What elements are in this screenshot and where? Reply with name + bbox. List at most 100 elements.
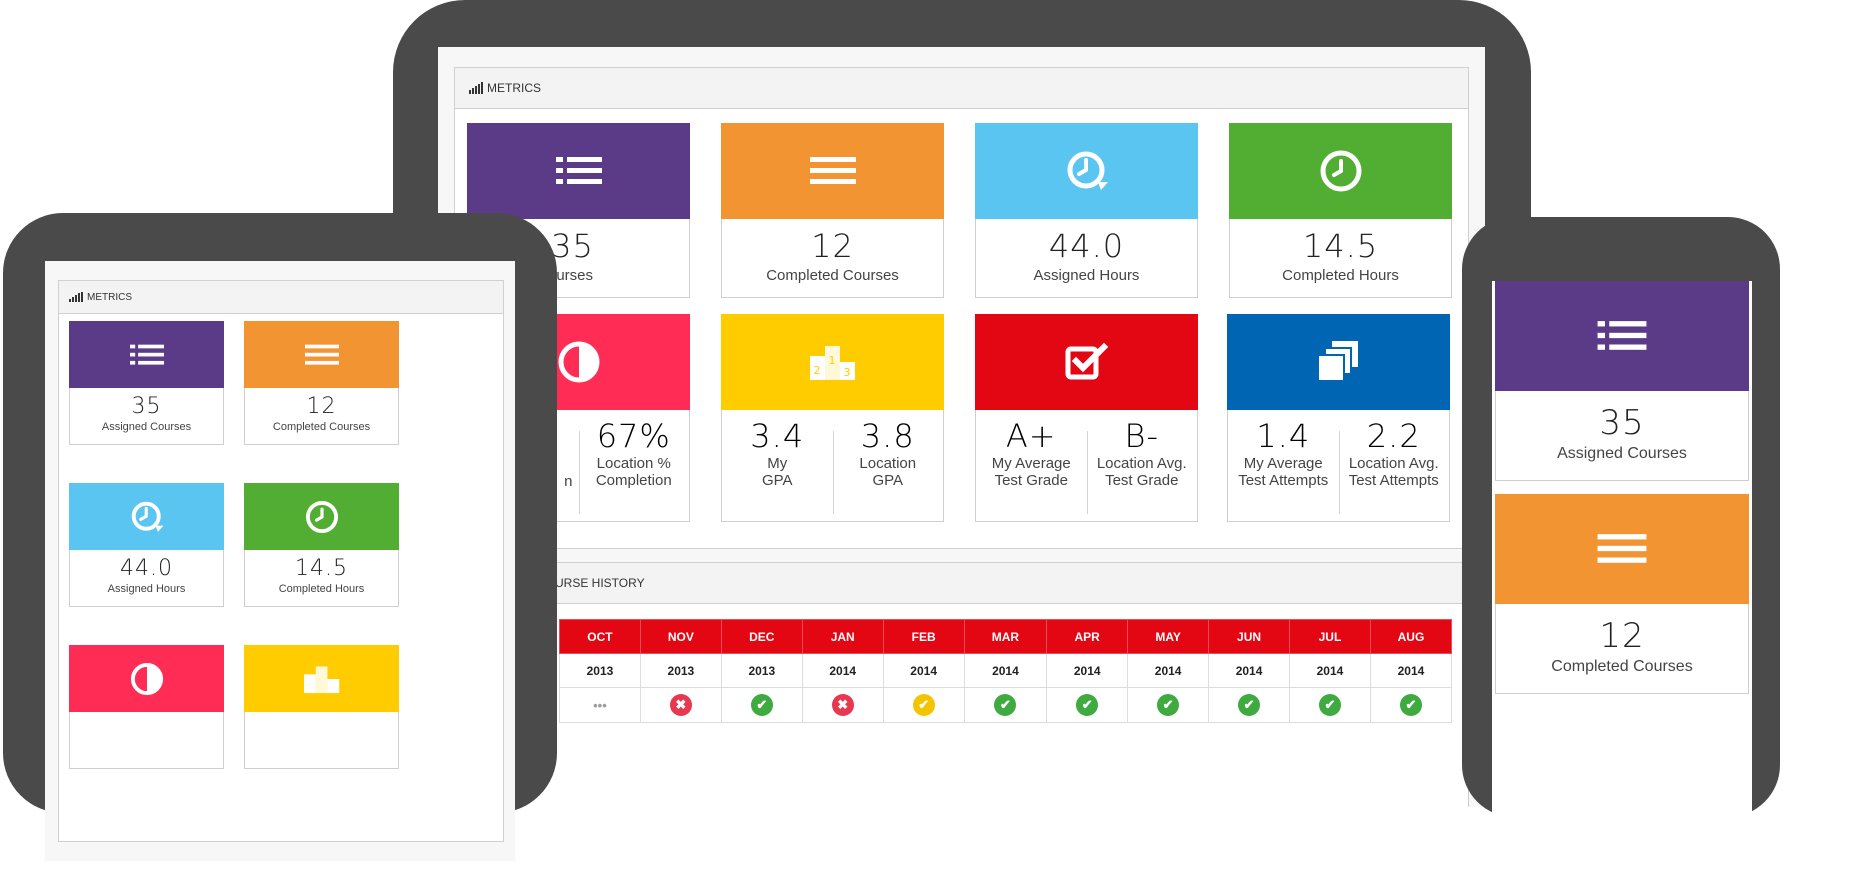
- card-header: [1229, 123, 1452, 219]
- phone-screen: 35 Assigned Courses 12 Completed Courses: [1492, 281, 1752, 881]
- half-circle-icon: [558, 341, 599, 383]
- assigned-courses-card[interactable]: 35 Assigned Courses: [69, 321, 224, 445]
- tablet-screen: METRICS 35 Assigned Courses 12 Completed Co…: [45, 261, 515, 861]
- metric-label: Test Attempts: [1238, 472, 1329, 489]
- month-header: JUL: [1289, 619, 1371, 654]
- month-header: OCT: [559, 619, 641, 654]
- phone-frame: 35 Assigned Courses 12 Completed Courses: [1462, 217, 1780, 881]
- year-cell: 2014: [1127, 653, 1210, 688]
- status-cell[interactable]: ✔: [882, 687, 965, 723]
- checkbox-icon: [1065, 342, 1108, 380]
- assigned-courses-card[interactable]: 35 Assigned Courses: [1495, 281, 1749, 481]
- laptop-frame: METRICS 35 ned Courses 12 Completed Cour: [393, 0, 1531, 807]
- clock-refresh-icon: [1067, 151, 1108, 190]
- laptop-screen: METRICS 35 ned Courses 12 Completed Cour: [438, 47, 1485, 807]
- card-header: [721, 123, 944, 219]
- completed-courses-card[interactable]: 12 Completed Courses: [721, 123, 944, 298]
- card-header: [975, 314, 1198, 410]
- card-header: [69, 645, 224, 712]
- list-icon: [555, 157, 602, 184]
- metric-value: 1.4: [1256, 417, 1311, 455]
- tablet-metrics-panel: METRICS 35 Assigned Courses 12 Completed Co…: [58, 280, 504, 842]
- status-cell[interactable]: ✔: [1208, 687, 1290, 723]
- metric-value: A+: [1005, 417, 1057, 455]
- check-icon: ✔: [1157, 694, 1180, 716]
- status-cell[interactable]: ✔: [1046, 687, 1129, 723]
- metrics-title: METRICS: [87, 291, 132, 303]
- assigned-hours-card[interactable]: 44.0 Assigned Hours: [975, 123, 1198, 298]
- status-cell[interactable]: ✖: [801, 687, 884, 723]
- status-cell[interactable]: •••: [559, 687, 641, 723]
- bar-chart-icon: [469, 82, 483, 94]
- month-header: JUN: [1208, 619, 1290, 654]
- metric-label: Assigned Hours: [107, 583, 186, 595]
- card-header: [244, 483, 399, 550]
- card-header: [1495, 494, 1749, 604]
- month-header: DEC: [720, 619, 803, 654]
- laptop-metrics-panel: METRICS 35 ned Courses 12 Completed Cour: [454, 67, 1469, 549]
- menu-icon: [1597, 534, 1647, 563]
- status-cell[interactable]: ✔: [720, 687, 803, 723]
- metric-label: Completed Hours: [278, 583, 365, 595]
- month-header: MAY: [1127, 619, 1210, 654]
- metric-value: 35: [1599, 403, 1645, 443]
- metric-label: Test Attempts: [1348, 472, 1439, 489]
- metric-value: 44.0: [1048, 227, 1125, 265]
- metric-label: Location Avg.: [1348, 455, 1439, 472]
- course-history-header: URSE HISTORY: [455, 563, 1468, 604]
- metric-label: Assigned Courses: [1557, 445, 1687, 462]
- card-header: [69, 483, 224, 550]
- tablet-metrics-header: METRICS: [59, 281, 503, 314]
- completed-hours-card[interactable]: 14.5 Completed Hours: [1229, 123, 1452, 298]
- podium-icon: [303, 663, 340, 695]
- metric-label: Completed Courses: [766, 267, 899, 284]
- assigned-hours-card[interactable]: 44.0 Assigned Hours: [69, 483, 224, 607]
- metric-label: GPA: [761, 472, 793, 489]
- test-grade-card[interactable]: A+ My Average Test Grade B- Location Avg…: [975, 314, 1198, 522]
- status-cell[interactable]: ✔: [963, 687, 1048, 723]
- year-cell: 2013: [559, 653, 641, 688]
- status-cell[interactable]: ✖: [639, 687, 722, 723]
- month-header: AUG: [1369, 619, 1453, 654]
- completed-hours-card[interactable]: 14.5 Completed Hours: [244, 483, 399, 607]
- metric-value: 14.5: [295, 556, 348, 581]
- check-icon: ✔: [1238, 694, 1261, 716]
- metric-value: 67%: [596, 417, 671, 455]
- year-cell: 2014: [1046, 653, 1129, 688]
- completion-card[interactable]: [69, 645, 224, 769]
- status-cell[interactable]: ✔: [1369, 687, 1453, 723]
- check-icon: ✔: [912, 694, 935, 716]
- metric-value: 3.4: [750, 417, 805, 455]
- status-cell[interactable]: ✔: [1289, 687, 1371, 723]
- completed-courses-card[interactable]: 12 Completed Courses: [244, 321, 399, 445]
- metric-label: Completed Hours: [1282, 267, 1399, 284]
- svg-text:3: 3: [843, 366, 850, 379]
- gpa-card[interactable]: [244, 645, 399, 769]
- month-header: APR: [1046, 619, 1129, 654]
- ellipsis-icon: •••: [593, 697, 607, 713]
- year-cell: 2014: [882, 653, 965, 688]
- metric-value: B-: [1124, 417, 1159, 455]
- clock-refresh-icon: [129, 499, 165, 535]
- metric-label: Completed Courses: [272, 421, 371, 433]
- month-header: NOV: [639, 619, 722, 654]
- laptop-metrics-header: METRICS: [455, 68, 1468, 109]
- completed-courses-card[interactable]: 12 Completed Courses: [1495, 494, 1749, 694]
- metric-value: 44.0: [120, 556, 173, 581]
- status-cell[interactable]: ✔: [1127, 687, 1210, 723]
- check-icon: ✔: [994, 694, 1017, 716]
- podium-icon: 213: [809, 346, 855, 380]
- month-header: JAN: [801, 619, 884, 654]
- year-cell: 2014: [801, 653, 884, 688]
- metric-label: Location %: [596, 455, 671, 472]
- metric-label: Location Avg.: [1096, 455, 1187, 472]
- metric-label: Test Grade: [1105, 472, 1179, 489]
- metric-label: GPA: [872, 472, 904, 489]
- metrics-title: METRICS: [487, 81, 541, 95]
- course-history-title: URSE HISTORY: [555, 576, 645, 590]
- list-icon: [1597, 321, 1647, 350]
- test-attempts-card[interactable]: 1.4 My Average Test Attempts 2.2 Locatio…: [1227, 314, 1450, 522]
- gpa-card[interactable]: 213 3.4 My GPA 3.8 Location GPA: [721, 314, 944, 522]
- metric-label: My Average: [991, 455, 1071, 472]
- metric-label: Completed Courses: [1551, 658, 1693, 675]
